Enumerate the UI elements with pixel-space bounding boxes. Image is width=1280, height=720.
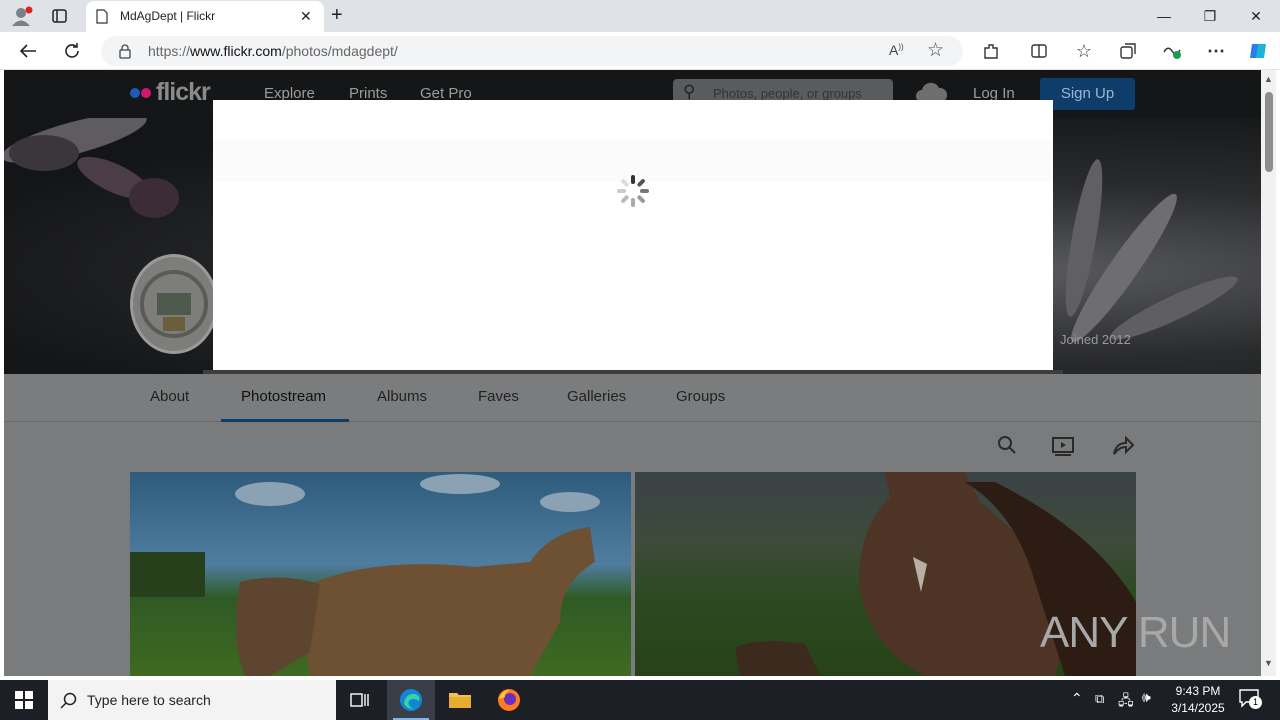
- lock-icon[interactable]: [118, 44, 132, 59]
- notification-center-icon[interactable]: 1: [1238, 688, 1262, 712]
- favorites-icon[interactable]: ☆: [1069, 36, 1099, 66]
- joined-date: Joined 2012: [1060, 332, 1131, 347]
- tab-groups[interactable]: Groups: [676, 388, 725, 405]
- browser-tab[interactable]: MdAgDept | Flickr ✕: [86, 1, 324, 32]
- scroll-down-icon[interactable]: ▼: [1264, 658, 1273, 668]
- watermark: ANY RUN: [1040, 608, 1231, 657]
- refresh-icon[interactable]: [57, 36, 87, 66]
- photo-cows[interactable]: [130, 472, 631, 676]
- copilot-icon[interactable]: [1243, 36, 1273, 66]
- taskbar-search-input[interactable]: Type here to search: [48, 680, 336, 720]
- tab-galleries[interactable]: Galleries: [567, 388, 626, 405]
- browser-titlebar: MdAgDept | Flickr ✕ + — ❐ ✕: [0, 0, 1280, 32]
- windows-start-icon[interactable]: [0, 680, 48, 720]
- tab-actions-icon[interactable]: [50, 7, 70, 25]
- back-icon[interactable]: [13, 36, 43, 66]
- minimize-icon[interactable]: —: [1141, 0, 1187, 32]
- collections-icon[interactable]: [1113, 36, 1143, 66]
- taskbar: Type here to search ⌃ ⧉ 🖧 🕪 9:43 PM 3/14…: [0, 680, 1280, 720]
- share-icon[interactable]: [1112, 435, 1135, 461]
- scroll-thumb[interactable]: [1265, 92, 1273, 172]
- close-window-icon[interactable]: ✕: [1233, 0, 1279, 32]
- tab-title: MdAgDept | Flickr: [120, 9, 216, 23]
- url-text: https://www.flickr.com/photos/mdagdept/: [148, 43, 398, 59]
- browser-toolbar: https://www.flickr.com/photos/mdagdept/ …: [0, 32, 1280, 70]
- firefox-icon[interactable]: [485, 680, 533, 720]
- slideshow-icon[interactable]: [1051, 436, 1075, 461]
- signup-button[interactable]: Sign Up: [1040, 78, 1135, 110]
- taskbar-clock[interactable]: 9:43 PM 3/14/2025: [1162, 683, 1234, 717]
- search-icon: ⚲: [683, 82, 696, 101]
- more-options-icon[interactable]: ⋯: [1201, 36, 1231, 66]
- address-bar[interactable]: https://www.flickr.com/photos/mdagdept/ …: [101, 36, 963, 66]
- page-scrollbar[interactable]: ▲ ▼: [1261, 70, 1276, 676]
- profile-tabs: About Photostream Albums Faves Galleries…: [4, 374, 1261, 422]
- scroll-up-icon[interactable]: ▲: [1264, 74, 1273, 84]
- photostream-search-icon[interactable]: [997, 435, 1017, 460]
- volume-icon[interactable]: 🕪: [1142, 689, 1151, 706]
- browser-essentials-icon[interactable]: [1157, 36, 1187, 66]
- notification-badge: 1: [1249, 696, 1262, 709]
- search-icon: [60, 692, 77, 709]
- restore-icon[interactable]: ❐: [1187, 0, 1233, 32]
- show-hidden-icons[interactable]: ⌃: [1071, 690, 1083, 707]
- file-explorer-icon[interactable]: [436, 680, 484, 720]
- avatar[interactable]: [130, 254, 218, 354]
- meet-now-icon[interactable]: ⧉: [1095, 691, 1104, 707]
- loading-spinner-icon: [616, 174, 650, 208]
- network-icon[interactable]: 🖧: [1118, 690, 1134, 714]
- active-tab-indicator: [221, 419, 349, 422]
- split-screen-icon[interactable]: [1024, 36, 1054, 66]
- tab-photostream[interactable]: Photostream: [241, 388, 326, 405]
- profile-icon[interactable]: [10, 5, 34, 27]
- page-viewport: flickr Explore Prints Get Pro ⚲ Photos, …: [4, 70, 1261, 676]
- new-tab-icon[interactable]: +: [331, 4, 343, 27]
- tab-about[interactable]: About: [150, 388, 189, 405]
- extensions-icon[interactable]: [976, 36, 1006, 66]
- page-icon: [96, 9, 108, 24]
- loading-modal: [213, 100, 1053, 370]
- tab-albums[interactable]: Albums: [377, 388, 427, 405]
- tab-faves[interactable]: Faves: [478, 388, 519, 405]
- close-tab-icon[interactable]: ✕: [300, 8, 312, 25]
- edge-taskbar-icon[interactable]: [387, 680, 435, 720]
- task-view-icon[interactable]: [336, 680, 384, 720]
- favorite-star-icon[interactable]: ☆: [927, 39, 944, 62]
- read-aloud-icon[interactable]: A)): [889, 42, 904, 58]
